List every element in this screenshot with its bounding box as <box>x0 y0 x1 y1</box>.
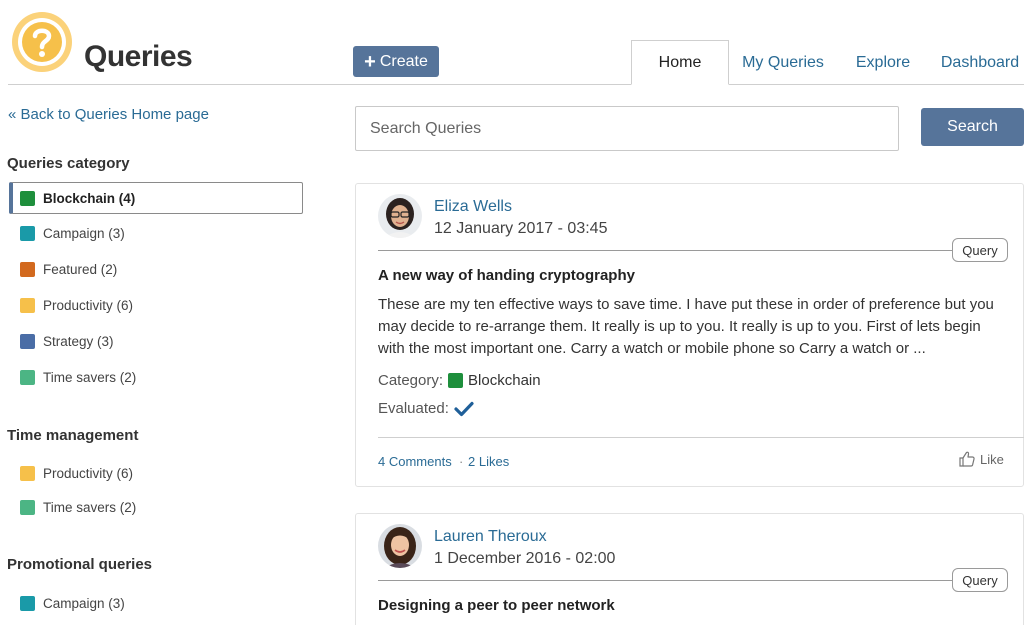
sidebar-item-productivity[interactable]: Productivity (6) <box>20 463 133 483</box>
category-row: Category: Blockchain <box>378 372 541 389</box>
author-name[interactable]: Lauren Theroux <box>434 528 547 546</box>
app-logo <box>10 10 74 74</box>
card-divider <box>378 250 952 251</box>
avatar <box>378 194 422 238</box>
sidebar-item-label: Featured (2) <box>43 261 118 277</box>
evaluated-row: Evaluated: <box>378 400 474 417</box>
sidebar-item-campaign[interactable]: Campaign (3) <box>20 593 125 613</box>
create-button-label: Create <box>379 52 428 70</box>
sidebar-item-label: Productivity (6) <box>43 297 134 313</box>
category-color-swatch <box>20 261 35 277</box>
likes-link[interactable]: 2 Likes <box>468 454 509 469</box>
card-footer-divider <box>378 437 1024 438</box>
question-mark-icon <box>12 12 72 72</box>
category-color-swatch <box>20 465 35 481</box>
avatar <box>378 524 422 568</box>
search-button[interactable]: Search <box>921 108 1024 146</box>
post-title[interactable]: A new way of handing cryptography <box>378 267 635 284</box>
category-value: Blockchain <box>468 372 541 389</box>
card-divider <box>378 580 952 581</box>
section-title-promotional-queries: Promotional queries <box>7 556 153 573</box>
sidebar-item-label: Time savers (2) <box>43 499 137 515</box>
sidebar-item-label: Campaign (3) <box>43 225 125 241</box>
sidebar-item-label: Time savers (2) <box>43 369 137 385</box>
category-color-swatch <box>20 595 35 611</box>
category-color-swatch <box>20 297 35 313</box>
like-button[interactable]: Like <box>958 450 1004 468</box>
author-name[interactable]: Eliza Wells <box>434 198 512 216</box>
sidebar-item-label: Blockchain (4) <box>43 190 136 206</box>
tab-my-queries[interactable]: My Queries <box>735 40 831 85</box>
sidebar-item-label: Strategy (3) <box>43 333 114 349</box>
evaluated-label: Evaluated: <box>378 400 449 417</box>
sidebar-item-productivity[interactable]: Productivity (6) <box>20 295 133 315</box>
tab-home[interactable]: Home <box>631 40 729 85</box>
category-color-swatch <box>20 499 35 515</box>
user-avatar-icon <box>378 524 422 568</box>
like-label: Like <box>980 451 1004 467</box>
category-color-swatch <box>448 373 464 388</box>
query-badge: Query <box>952 238 1008 262</box>
post-title[interactable]: Designing a peer to peer network <box>378 597 615 614</box>
sidebar-item-featured[interactable]: Featured (2) <box>20 259 117 279</box>
category-color-swatch <box>20 369 35 385</box>
post-date: 12 January 2017 - 03:45 <box>434 220 608 237</box>
checkmark-icon <box>454 401 474 416</box>
page-title: Queries <box>84 40 193 73</box>
tab-dashboard[interactable]: Dashboard <box>936 40 1024 85</box>
post-excerpt: These are my ten effective ways to save … <box>378 296 994 357</box>
tab-explore[interactable]: Explore <box>848 40 918 85</box>
query-badge: Query <box>952 568 1008 592</box>
category-label: Category: <box>378 372 444 389</box>
section-title-time-management: Time management <box>7 427 139 444</box>
user-avatar-icon <box>378 194 422 238</box>
category-color-swatch <box>20 190 35 206</box>
header-divider <box>8 84 632 85</box>
sidebar-item-campaign[interactable]: Campaign (3) <box>20 223 125 243</box>
separator: · <box>459 454 464 469</box>
create-button[interactable]: + Create <box>353 46 439 77</box>
sidebar-item-time-savers[interactable]: Time savers (2) <box>20 497 136 517</box>
sidebar-item-time-savers[interactable]: Time savers (2) <box>20 367 136 387</box>
category-color-swatch <box>20 333 35 349</box>
sidebar-item-label: Campaign (3) <box>43 595 125 611</box>
query-card: Eliza Wells 12 January 2017 - 03:45 Quer… <box>355 183 1024 487</box>
sidebar-item-blockchain[interactable]: Blockchain (4) <box>9 182 303 214</box>
sidebar-item-strategy[interactable]: Strategy (3) <box>20 331 114 351</box>
sidebar-item-label: Productivity (6) <box>43 465 134 481</box>
section-title-queries-category: Queries category <box>7 155 130 172</box>
thumbs-up-icon <box>959 451 975 467</box>
comments-link[interactable]: 4 Comments <box>378 454 452 469</box>
category-color-swatch <box>20 225 35 241</box>
back-to-home-link[interactable]: « Back to Queries Home page <box>8 106 209 123</box>
search-input[interactable] <box>355 106 899 151</box>
query-card: Lauren Theroux 1 December 2016 - 02:00 Q… <box>355 513 1024 625</box>
plus-icon: + <box>364 50 376 73</box>
post-date: 1 December 2016 - 02:00 <box>434 550 616 567</box>
